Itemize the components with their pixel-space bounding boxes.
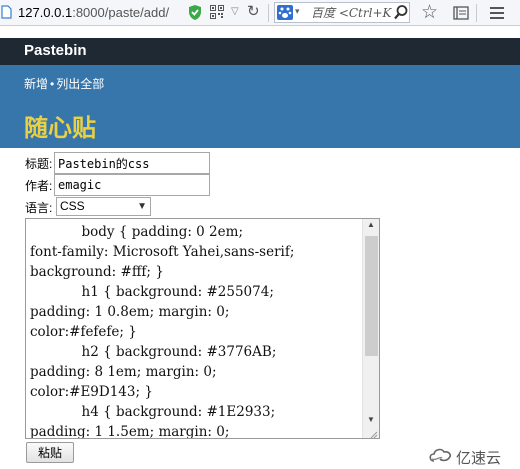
search-box[interactable]: ▾: [274, 2, 410, 23]
toolbar-divider: [268, 4, 269, 22]
chevron-down-icon[interactable]: ▽: [231, 5, 243, 19]
url-path: :8000/paste/add/: [72, 5, 170, 20]
engine-dropdown-icon[interactable]: ▾: [295, 6, 300, 17]
baidu-paw-icon[interactable]: [277, 5, 293, 20]
menu-icon[interactable]: [488, 5, 506, 21]
paste-submit-button[interactable]: 粘贴: [26, 442, 74, 463]
toolbar-divider: [476, 4, 477, 22]
site-header: Pastebin 新增 • 列出全部 随心贴: [0, 38, 520, 148]
chevron-down-icon: ▼: [137, 201, 147, 212]
author-field[interactable]: [54, 174, 210, 196]
nav-link-add[interactable]: 新增: [24, 77, 48, 91]
scroll-down-icon[interactable]: ▼: [363, 415, 379, 429]
site-title: Pastebin: [24, 42, 87, 59]
qr-code-icon[interactable]: [210, 5, 224, 19]
language-label: 语言:: [25, 201, 53, 215]
vertical-scrollbar[interactable]: ▲ ▼: [362, 219, 379, 438]
code-textarea[interactable]: body { padding: 0 2em; font-family: Micr…: [25, 218, 380, 439]
refresh-icon[interactable]: ↻: [247, 4, 263, 20]
title-field[interactable]: [54, 152, 210, 174]
watermark-text: 亿速云: [456, 450, 502, 467]
cloud-logo-icon: [429, 448, 451, 462]
url-host: 127.0.0.1: [18, 5, 73, 20]
nav-separator: •: [50, 77, 55, 91]
search-icon[interactable]: [393, 4, 409, 21]
address-bar[interactable]: 127.0.0.1:8000/paste/add/: [18, 4, 169, 22]
shield-icon[interactable]: [188, 4, 202, 21]
page-icon[interactable]: [0, 5, 14, 21]
reading-list-icon[interactable]: [451, 4, 471, 22]
scroll-up-icon[interactable]: ▲: [363, 220, 379, 234]
bookmark-star-icon[interactable]: ☆: [421, 3, 441, 23]
resize-grip-icon[interactable]: [369, 428, 378, 438]
watermark: 亿速云: [428, 446, 518, 468]
title-bar: Pastebin: [0, 38, 520, 65]
author-label: 作者:: [25, 179, 53, 193]
language-row: 语言: CSS ▼: [25, 197, 185, 217]
code-content: body { padding: 0 2em; font-family: Micr…: [30, 224, 295, 439]
title-label: 标题:: [25, 157, 53, 171]
browser-toolbar: 127.0.0.1:8000/paste/add/ ▽ ↻ ▾ ☆: [0, 0, 520, 26]
search-input[interactable]: [311, 5, 393, 20]
language-select[interactable]: CSS ▼: [56, 197, 151, 216]
language-selected-value: CSS: [60, 199, 85, 213]
scroll-thumb[interactable]: [365, 236, 378, 356]
nav-menu: 新增 • 列出全部: [24, 75, 104, 92]
page-heading: 随心贴: [24, 115, 96, 142]
nav-link-list-all[interactable]: 列出全部: [56, 77, 104, 91]
